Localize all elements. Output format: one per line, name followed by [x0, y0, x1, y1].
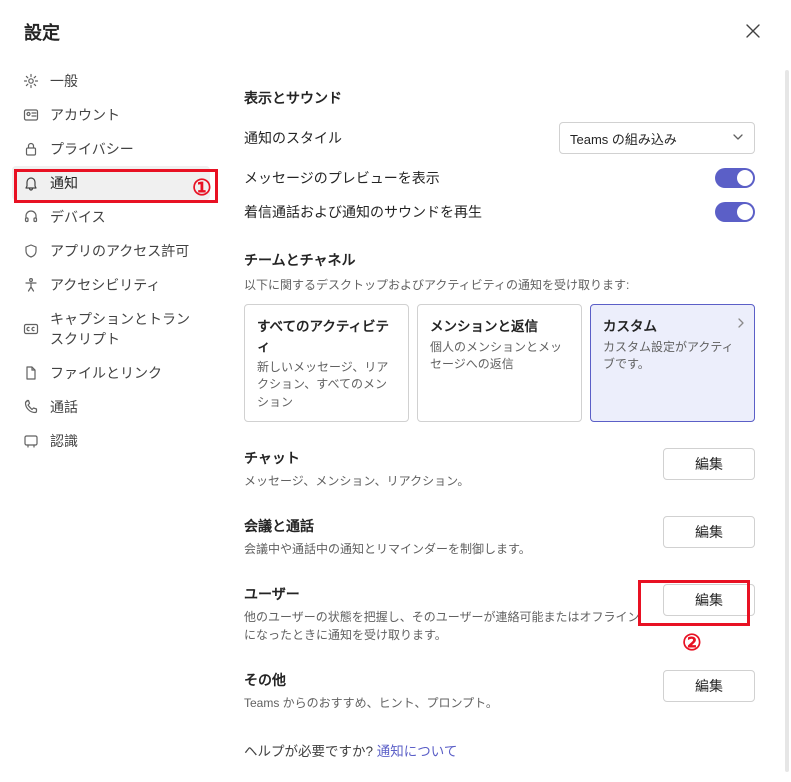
close-button[interactable] [739, 18, 767, 46]
card-desc: 新しいメッセージ、リアクション、すべてのメンション [257, 359, 396, 411]
sidebar-item-devices[interactable]: デバイス [12, 200, 210, 234]
sidebar-item-account[interactable]: アカウント [12, 98, 210, 132]
help-link[interactable]: 通知について [377, 744, 458, 759]
row-message-preview: メッセージのプレビューを表示 [244, 168, 755, 188]
sidebar-item-label: 認識 [50, 431, 78, 451]
notification-style-dropdown[interactable]: Teams の組み込み [559, 122, 755, 154]
sidebar-item-app-permissions[interactable]: アプリのアクセス許可 [12, 234, 210, 268]
sidebar-item-label: デバイス [50, 207, 106, 227]
group-title: ユーザー [244, 584, 643, 604]
sidebar-item-recognition[interactable]: 認識 [12, 424, 210, 458]
cc-icon [22, 320, 40, 338]
sidebar-item-label: アプリのアクセス許可 [50, 241, 189, 261]
sidebar-item-label: プライバシー [50, 139, 134, 159]
section-title: 表示とサウンド [244, 88, 755, 108]
sidebar-item-label: 通知 [50, 173, 78, 193]
settings-dialog: 設定 一般 アカウント [0, 0, 791, 782]
accessibility-icon [22, 276, 40, 294]
sidebar-item-privacy[interactable]: プライバシー [12, 132, 210, 166]
section-display-sound: 表示とサウンド 通知のスタイル Teams の組み込み メッセージのプレビューを… [244, 88, 755, 222]
group-chat: チャット メッセージ、メンション、リアクション。 編集 [244, 448, 755, 490]
sidebar-item-accessibility[interactable]: アクセシビリティ [12, 268, 210, 302]
bell-icon [22, 174, 40, 192]
chevron-right-icon [736, 315, 746, 331]
option-mentions-replies[interactable]: メンションと返信 個人のメンションとメッセージへの返信 [417, 304, 582, 422]
group-desc: Teams からのおすすめ、ヒント、プロンプト。 [244, 694, 643, 712]
headset-icon [22, 208, 40, 226]
group-desc: 会議中や通話中の通知とリマインダーを制御します。 [244, 540, 643, 558]
help-prefix: ヘルプが必要ですか? [244, 744, 377, 759]
card-title: すべてのアクティビティ [257, 315, 396, 355]
sidebar-item-general[interactable]: 一般 [12, 64, 210, 98]
sidebar-item-label: アクセシビリティ [50, 275, 160, 295]
message-preview-toggle[interactable] [715, 168, 755, 188]
option-custom[interactable]: カスタム カスタム設定がアクティブです。 [590, 304, 755, 422]
group-desc: メッセージ、メンション、リアクション。 [244, 472, 643, 490]
sidebar-item-label: 一般 [50, 71, 78, 91]
notification-sound-toggle[interactable] [715, 202, 755, 222]
edit-button-meetings[interactable]: 編集 [663, 516, 755, 548]
sidebar-item-label: 通話 [50, 397, 78, 417]
group-other: その他 Teams からのおすすめ、ヒント、プロンプト。 編集 [244, 670, 755, 712]
section-title: チームとチャネル [244, 250, 755, 270]
gear-icon [22, 72, 40, 90]
person-card-icon [22, 106, 40, 124]
group-users: ユーザー 他のユーザーの状態を把握し、そのユーザーが連絡可能またはオフラインにな… [244, 584, 755, 644]
edit-button-chat[interactable]: 編集 [663, 448, 755, 480]
teams-channels-options: すべてのアクティビティ 新しいメッセージ、リアクション、すべてのメンション メン… [244, 304, 755, 422]
group-title: その他 [244, 670, 643, 690]
shield-icon [22, 242, 40, 260]
sidebar-item-files-links[interactable]: ファイルとリンク [12, 356, 210, 390]
sidebar-item-captions[interactable]: キャプションとトランスクリプト [12, 302, 210, 356]
card-desc: 個人のメンションとメッセージへの返信 [430, 339, 569, 374]
edit-button-users[interactable]: 編集 [663, 584, 755, 616]
option-all-activity[interactable]: すべてのアクティビティ 新しいメッセージ、リアクション、すべてのメンション [244, 304, 409, 422]
section-desc: 以下に関するデスクトップおよびアクティビティの通知を受け取ります: [244, 276, 755, 294]
phone-icon [22, 398, 40, 416]
dropdown-value: Teams の組み込み [570, 129, 677, 148]
row-label: 通知のスタイル [244, 128, 342, 148]
dialog-body: 一般 アカウント プライバシー 通知 [0, 54, 791, 782]
row-label: メッセージのプレビューを表示 [244, 168, 440, 188]
section-teams-channels: チームとチャネル 以下に関するデスクトップおよびアクティビティの通知を受け取りま… [244, 250, 755, 422]
row-label: 着信通話および通知のサウンドを再生 [244, 202, 482, 222]
row-notification-style: 通知のスタイル Teams の組み込み [244, 122, 755, 154]
sidebar-item-calls[interactable]: 通話 [12, 390, 210, 424]
row-sound-play: 着信通話および通知のサウンドを再生 [244, 202, 755, 222]
chevron-down-icon [732, 131, 744, 146]
sidebar-item-notifications[interactable]: 通知 [12, 166, 210, 200]
close-icon [746, 24, 760, 41]
card-title: メンションと返信 [430, 315, 569, 335]
settings-sidebar: 一般 アカウント プライバシー 通知 [0, 54, 218, 782]
badge-icon [22, 432, 40, 450]
help-row: ヘルプが必要ですか? 通知について [244, 740, 755, 760]
group-meetings-calls: 会議と通話 会議中や通話中の通知とリマインダーを制御します。 編集 [244, 516, 755, 558]
group-title: チャット [244, 448, 643, 468]
scrollbar[interactable] [785, 70, 789, 772]
file-icon [22, 364, 40, 382]
group-title: 会議と通話 [244, 516, 643, 536]
sidebar-item-label: アカウント [50, 105, 120, 125]
dialog-header: 設定 [0, 0, 791, 54]
card-desc: カスタム設定がアクティブです。 [603, 339, 742, 374]
edit-button-other[interactable]: 編集 [663, 670, 755, 702]
sidebar-item-label: キャプションとトランスクリプト [50, 309, 200, 349]
lock-icon [22, 140, 40, 158]
settings-content: 表示とサウンド 通知のスタイル Teams の組み込み メッセージのプレビューを… [218, 54, 791, 782]
page-title: 設定 [24, 19, 60, 45]
sidebar-item-label: ファイルとリンク [50, 363, 162, 383]
card-title: カスタム [603, 315, 742, 335]
group-desc: 他のユーザーの状態を把握し、そのユーザーが連絡可能またはオフラインになったときに… [244, 608, 643, 644]
